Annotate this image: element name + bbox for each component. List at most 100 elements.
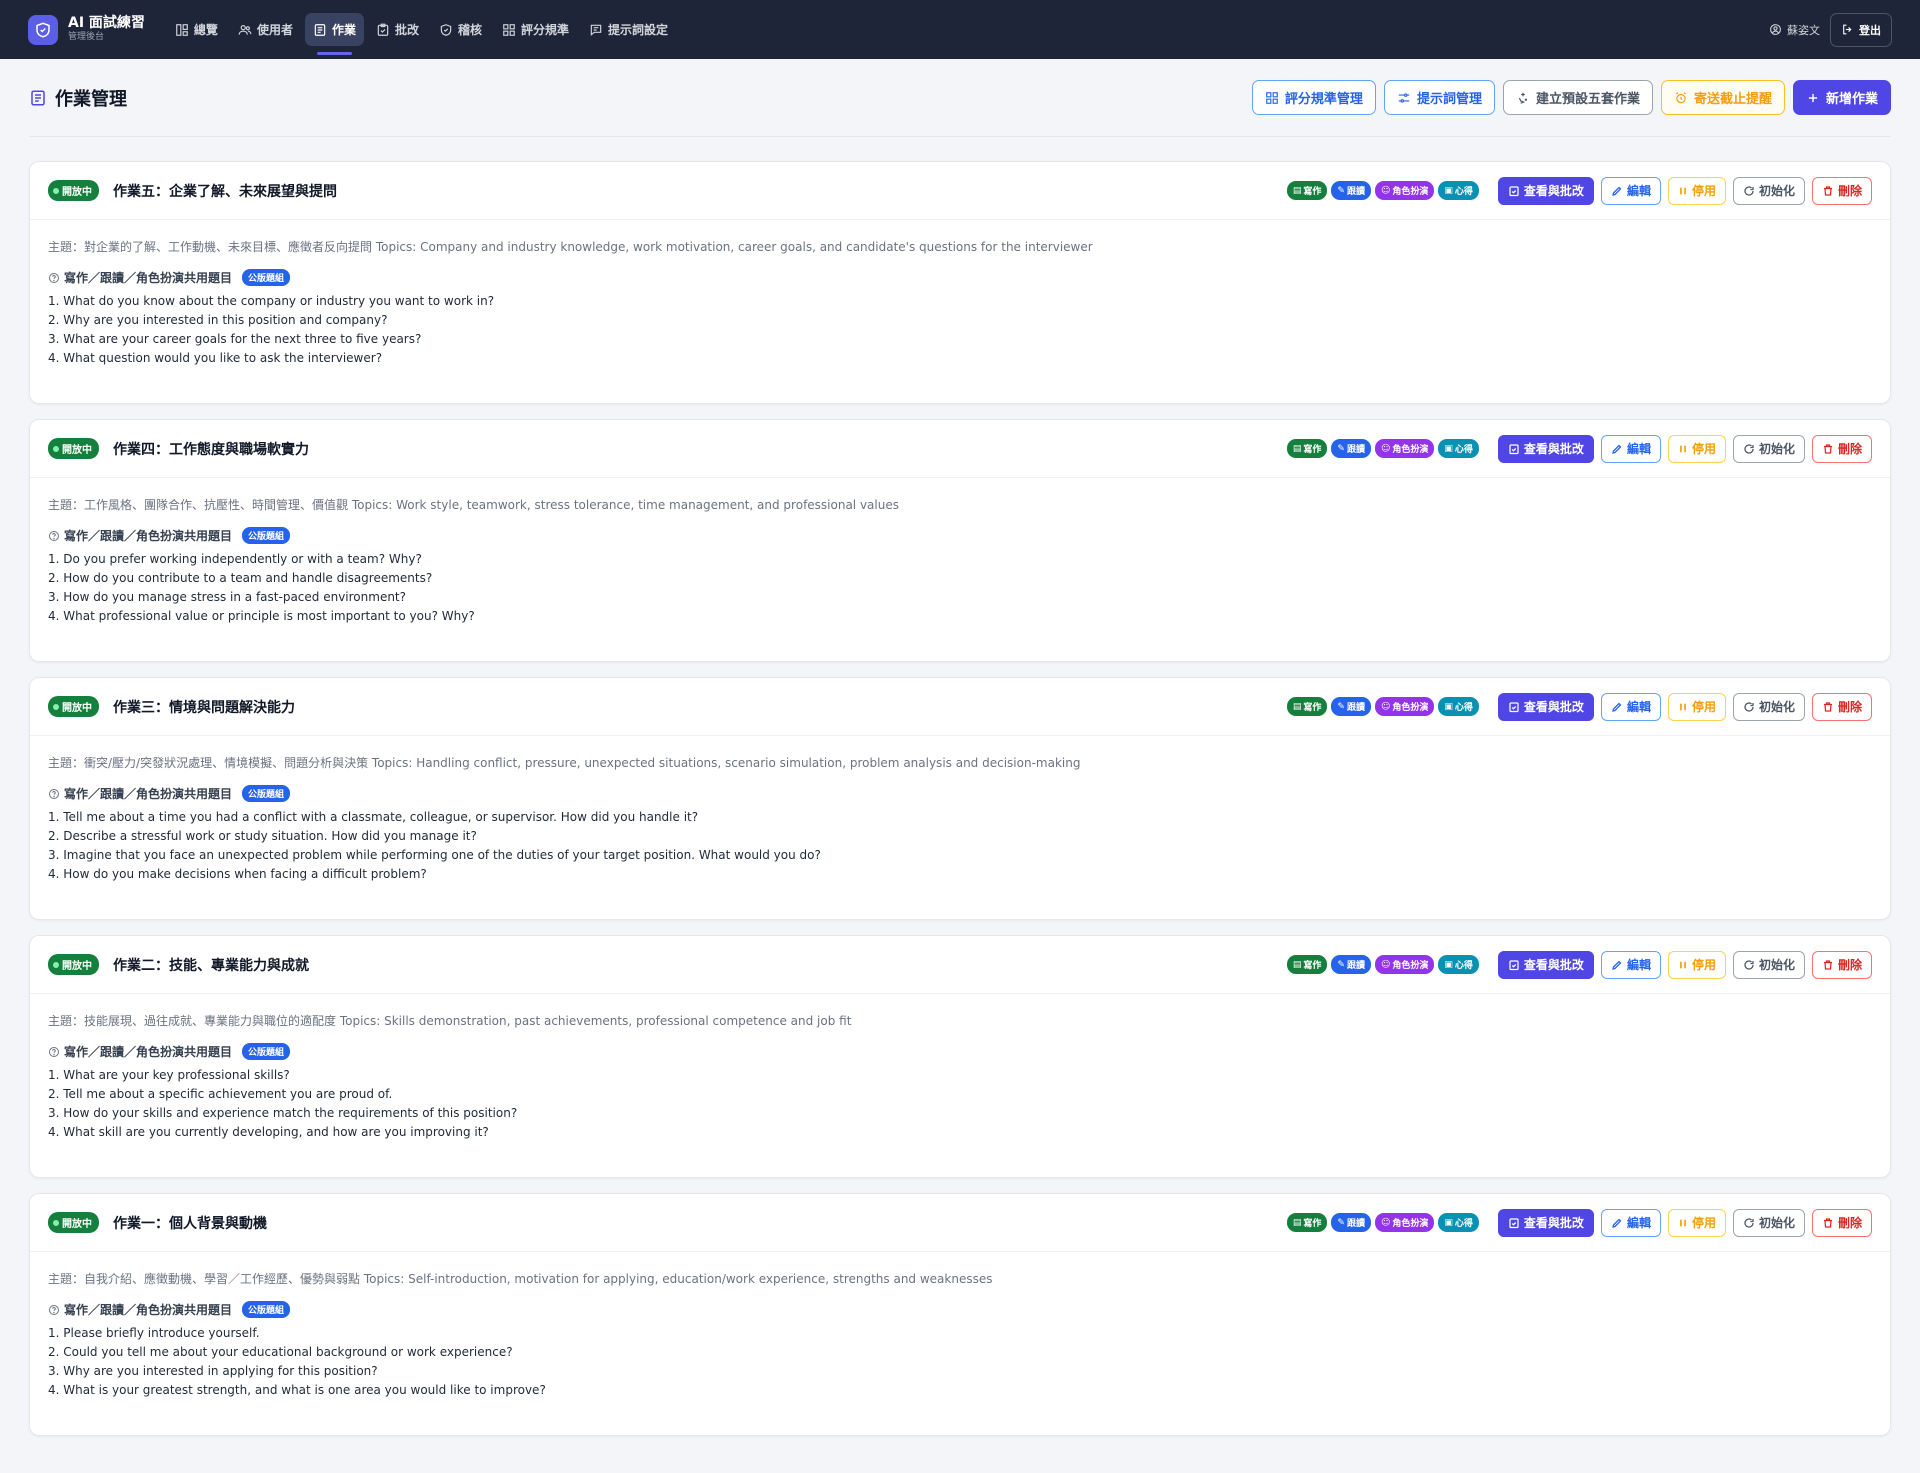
review-button[interactable]: 查看與批改 (1497, 692, 1594, 721)
question-item: 4. What is your greatest strength, and w… (48, 1383, 546, 1397)
tag-roleplay: ☺ 角色扮演 (1374, 439, 1435, 458)
pause-button[interactable]: 停用 (1667, 950, 1726, 979)
delete-label: 刪除 (1837, 700, 1862, 714)
card-body: 主題：衝突/壓力/突發狀況處理、情境模擬、問題分析與決策 Topics: Han… (30, 736, 1890, 884)
tag-writing: ▤ 寫作 (1286, 955, 1328, 974)
assignment-card: 開放中 作業五：企業了解、未來展望與提問 ▤ 寫作 ✎ 跟讀 ☺ 角色扮演 ▣ 心得 查… (29, 161, 1891, 404)
question-item: 2. Describe a stressful work or study si… (48, 829, 477, 843)
brand[interactable]: AI 面試練習 管理後台 (28, 14, 145, 45)
status-label: 開放中 (62, 445, 92, 456)
prompt-manage-button[interactable]: 提示詞管理 (1383, 80, 1495, 115)
reset-button[interactable]: 初始化 (1732, 176, 1805, 205)
book-icon: ▣ (1444, 185, 1453, 196)
card-body: 主題：對企業的了解、工作動機、未來目標、應徵者反向提問 Topics: Comp… (30, 220, 1890, 368)
review-button[interactable]: 查看與批改 (1497, 434, 1594, 463)
pencil-icon (1611, 701, 1623, 713)
reset-button[interactable]: 初始化 (1732, 434, 1805, 463)
status-dot-icon (53, 961, 59, 968)
book-icon: ▣ (1444, 701, 1453, 712)
help-circle-icon (48, 788, 60, 800)
nav-item-grading[interactable]: 批改 (368, 13, 427, 46)
topic-text: 主題：對企業的了解、工作動機、未來目標、應徵者反向提問 Topics: Comp… (48, 240, 1093, 254)
delete-button[interactable]: 刪除 (1811, 692, 1872, 721)
tag-reflection: ▣ 心得 (1438, 1213, 1479, 1232)
assignment-card: 開放中 作業二：技能、專業能力與成就 ▤ 寫作 ✎ 跟讀 ☺ 角色扮演 ▣ 心得 查看與… (29, 935, 1891, 1178)
review-label: 查看與批改 (1523, 700, 1584, 714)
question-list: 1. What are your key professional skills… (48, 1066, 1872, 1142)
rubric-manage-button[interactable]: 評分規準管理 (1251, 80, 1376, 115)
nav-item-users[interactable]: 使用者 (230, 13, 301, 46)
pause-button[interactable]: 停用 (1667, 692, 1726, 721)
question-header-label: 寫作／跟讀／角色扮演共用題目 (64, 1303, 233, 1317)
card-body: 主題：技能展現、過往成就、專業能力與職位的適配度 Topics: Skills … (30, 994, 1890, 1142)
mask-icon: ☺ (1380, 701, 1391, 712)
plus-icon (1806, 91, 1820, 105)
add-assignment-button[interactable]: 新增作業 (1792, 80, 1891, 115)
nav-label: 作業 (331, 23, 356, 37)
review-button[interactable]: 查看與批改 (1497, 176, 1594, 205)
pause-button[interactable]: 停用 (1667, 176, 1726, 205)
question-list: 1. Please briefly introduce yourself. 2. … (48, 1324, 1872, 1400)
nav-item-rubric[interactable]: 評分規準 (494, 13, 577, 46)
nav-item-overview[interactable]: 總覽 (167, 13, 226, 46)
pencil-icon (1611, 185, 1623, 197)
tag-shadowing: ✎ 跟讀 (1331, 1213, 1371, 1232)
pause-icon (1678, 185, 1688, 197)
question-item: 3. How do your skills and experience mat… (48, 1106, 518, 1120)
pause-button[interactable]: 停用 (1667, 1208, 1726, 1237)
nav-item-assignments[interactable]: 作業 (304, 13, 364, 55)
tag-label: 跟讀 (1346, 961, 1365, 971)
clipboard-check-icon (1508, 1217, 1520, 1229)
question-item: 4. What skill are you currently developi… (48, 1125, 489, 1139)
delete-button[interactable]: 刪除 (1811, 176, 1872, 205)
question-item: 2. Could you tell me about your educatio… (48, 1345, 513, 1359)
page-title: 作業管理 (29, 85, 127, 111)
mic-icon: ✎ (1337, 185, 1345, 196)
nav-item-prompt-settings[interactable]: 提示詞設定 (581, 13, 676, 46)
pause-button[interactable]: 停用 (1667, 434, 1726, 463)
delete-button[interactable]: 刪除 (1811, 434, 1872, 463)
edit-label: 編輯 (1626, 958, 1651, 972)
edit-button[interactable]: 編輯 (1600, 176, 1661, 205)
status-dot-icon (53, 187, 59, 194)
question-header-label: 寫作／跟讀／角色扮演共用題目 (64, 529, 233, 543)
reset-button[interactable]: 初始化 (1732, 692, 1805, 721)
delete-label: 刪除 (1837, 184, 1862, 198)
status-dot-icon (53, 445, 59, 452)
question-item: 1. Do you prefer working independently o… (48, 552, 422, 566)
nav-item-audit[interactable]: 稽核 (431, 13, 490, 46)
delete-button[interactable]: 刪除 (1811, 950, 1872, 979)
mode-tags: ▤ 寫作 ✎ 跟讀 ☺ 角色扮演 ▣ 心得 (1286, 955, 1479, 974)
user-menu[interactable]: 蘇姿文 (1769, 22, 1820, 38)
review-label: 查看與批改 (1523, 442, 1584, 456)
user-name: 蘇姿文 (1787, 23, 1820, 37)
review-button[interactable]: 查看與批改 (1497, 1208, 1594, 1237)
edit-button[interactable]: 編輯 (1600, 1208, 1661, 1237)
tag-label: 心得 (1454, 703, 1473, 713)
reset-button[interactable]: 初始化 (1732, 1208, 1805, 1237)
assignment-title: 作業四：工作態度與職場軟實力 (113, 441, 309, 458)
rubric-manage-label: 評分規準管理 (1284, 92, 1363, 107)
edit-button[interactable]: 編輯 (1600, 434, 1661, 463)
create-presets-button[interactable]: 建立預設五套作業 (1502, 80, 1653, 115)
edit-button[interactable]: 編輯 (1600, 950, 1661, 979)
delete-button[interactable]: 刪除 (1811, 1208, 1872, 1237)
dashboard-icon (175, 23, 189, 37)
topic-text: 主題：自我介紹、應徵動機、學習／工作經歷、優勢與弱點 Topics: Self-… (48, 1272, 993, 1286)
clipboard-check-icon (1508, 443, 1520, 455)
review-button[interactable]: 查看與批改 (1497, 950, 1594, 979)
user-icon (1769, 23, 1782, 36)
pause-icon (1678, 701, 1688, 713)
app-title: AI 面試練習 (68, 14, 145, 31)
page-icon: ▤ (1292, 443, 1302, 454)
tag-reflection: ▣ 心得 (1438, 439, 1479, 458)
status-badge: 開放中 (48, 954, 99, 975)
reset-button[interactable]: 初始化 (1732, 950, 1805, 979)
tag-writing: ▤ 寫作 (1286, 181, 1328, 200)
question-item: 2. Why are you interested in this positi… (48, 313, 388, 327)
mode-tags: ▤ 寫作 ✎ 跟讀 ☺ 角色扮演 ▣ 心得 (1286, 1213, 1479, 1232)
question-item: 4. What question would you like to ask t… (48, 351, 383, 365)
send-reminder-button[interactable]: 寄送截止提醒 (1660, 80, 1785, 115)
logout-button[interactable]: 登出 (1830, 12, 1892, 47)
edit-button[interactable]: 編輯 (1600, 692, 1661, 721)
